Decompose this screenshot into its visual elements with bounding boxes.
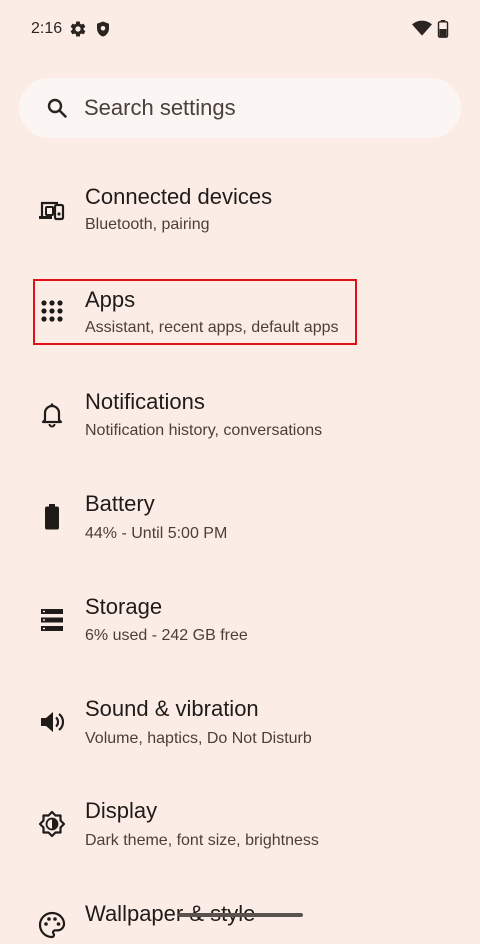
wifi-icon [412,20,432,38]
item-subtitle: 6% used - 242 GB free [85,627,248,644]
connected-devices-icon [38,196,66,224]
item-title: Notifications [85,389,205,414]
item-subtitle: Bluetooth, pairing [85,216,210,233]
item-subtitle: Dark theme, font size, brightness [85,832,319,849]
status-bar: 2:16 [0,0,480,60]
item-title: Battery [85,491,155,516]
highlight-box [33,279,357,345]
bell-icon [38,400,66,428]
setting-sound-vibration[interactable]: Sound & vibration Volume, haptics, Do No… [0,675,480,778]
item-title: Connected devices [85,184,273,209]
setting-connected-devices[interactable]: Connected devices Bluetooth, pairing [0,160,480,263]
item-subtitle: 44% - Until 5:00 PM [85,525,228,542]
item-title: Storage [85,594,163,619]
storage-icon [38,606,66,634]
item-title: Sound & vibration [85,696,259,721]
search-bar[interactable]: Search settings [19,78,461,138]
gear-icon [69,20,87,38]
item-subtitle: Notification history, conversations [85,422,323,439]
shield-icon [94,20,112,38]
status-time: 2:16 [31,20,63,37]
search-input[interactable]: Search settings [84,95,236,121]
brightness-icon [38,810,66,838]
battery-icon [38,503,66,531]
setting-wallpaper-style[interactable]: Wallpaper & style [0,881,480,939]
navigation-handle[interactable] [178,913,303,917]
palette-icon [38,911,66,939]
item-title: Display [85,798,158,823]
setting-display[interactable]: Display Dark theme, font size, brightnes… [0,778,480,881]
setting-notifications[interactable]: Notifications Notification history, conv… [0,366,480,469]
search-icon [45,96,69,120]
setting-battery[interactable]: Battery 44% - Until 5:00 PM [0,469,480,572]
speaker-icon [38,708,66,736]
battery-status-icon [437,20,449,38]
item-subtitle: Volume, haptics, Do Not Disturb [85,730,312,747]
setting-storage[interactable]: Storage 6% used - 242 GB free [0,572,480,675]
